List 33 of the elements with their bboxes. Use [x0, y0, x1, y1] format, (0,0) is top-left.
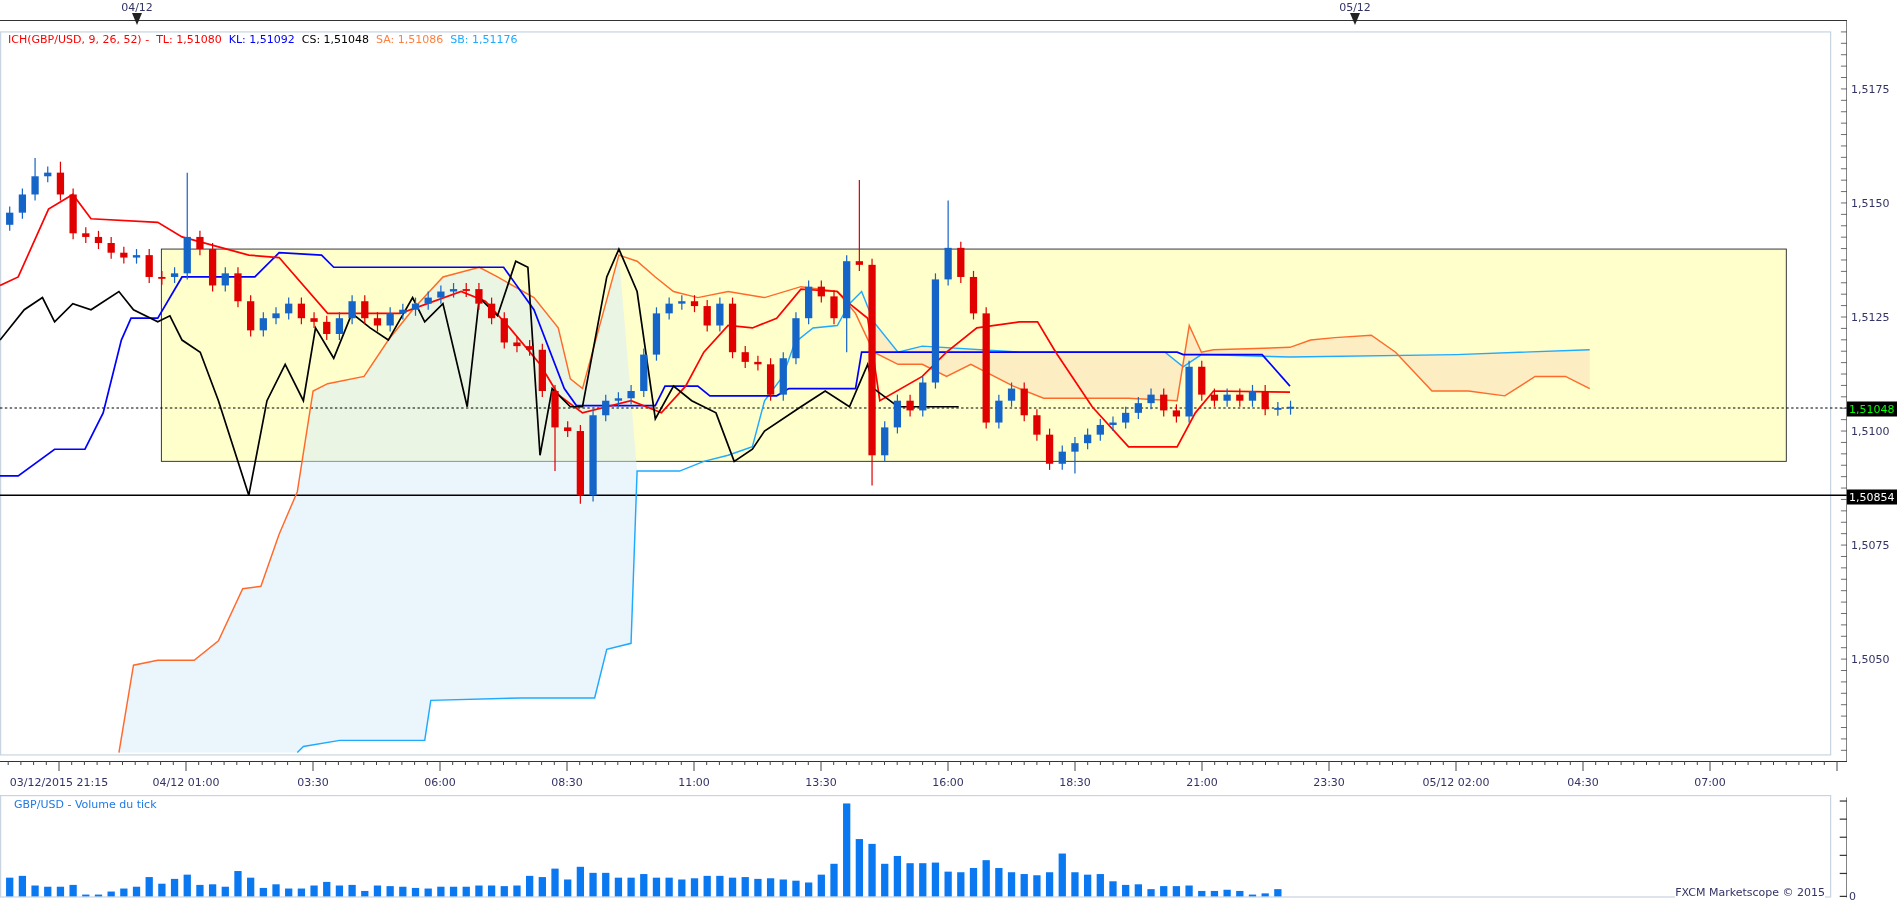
price-tick-label: 1,5125 — [1851, 310, 1890, 324]
price-tag: 1,51048 — [1847, 401, 1897, 417]
price-tag: 1,50854 — [1847, 489, 1897, 505]
time-label: 18:30 — [1059, 776, 1091, 789]
time-label: 04/12 01:00 — [152, 776, 220, 789]
price-tick-label: 1,5100 — [1851, 424, 1890, 438]
volume-axis-label: 0 — [1849, 890, 1856, 900]
indicator-value: KL: 1,51092 — [228, 33, 295, 46]
time-label: 04:30 — [1567, 776, 1599, 789]
time-label: 03/12/2015 21:15 — [9, 776, 109, 789]
date-label: 04/12 — [121, 1, 153, 14]
price-tick-label: 1,5050 — [1851, 652, 1890, 666]
time-label: 13:30 — [805, 776, 837, 789]
price-tick-label: 1,5150 — [1851, 196, 1890, 210]
price-tick-label: 1,5075 — [1851, 538, 1890, 552]
date-label: 05/12 — [1339, 1, 1371, 14]
credit-text: FXCM Marketscope © 2015 — [1675, 886, 1825, 899]
indicator-value: SA: 1,51086 — [376, 33, 444, 46]
time-label: 06:00 — [424, 776, 456, 789]
time-label: 05/12 02:00 — [1422, 776, 1490, 789]
time-label: 08:30 — [551, 776, 583, 789]
time-label: 03:30 — [297, 776, 329, 789]
time-label: 16:00 — [932, 776, 964, 789]
indicator-value: TL: 1,51080 — [156, 33, 222, 46]
indicator-value: CS: 1,51048 — [301, 33, 370, 46]
time-label: 11:00 — [678, 776, 710, 789]
time-label: 21:00 — [1186, 776, 1218, 789]
indicator-value: SB: 1,51176 — [450, 33, 518, 46]
time-label: 07:00 — [1694, 776, 1726, 789]
price-tick-label: 1,5175 — [1851, 82, 1890, 96]
time-label: 23:30 — [1313, 776, 1345, 789]
volume-title: GBP/USD - Volume du tick — [14, 798, 157, 811]
indicator-label: ICH(GBP/USD, 9, 26, 52) - — [8, 33, 150, 46]
